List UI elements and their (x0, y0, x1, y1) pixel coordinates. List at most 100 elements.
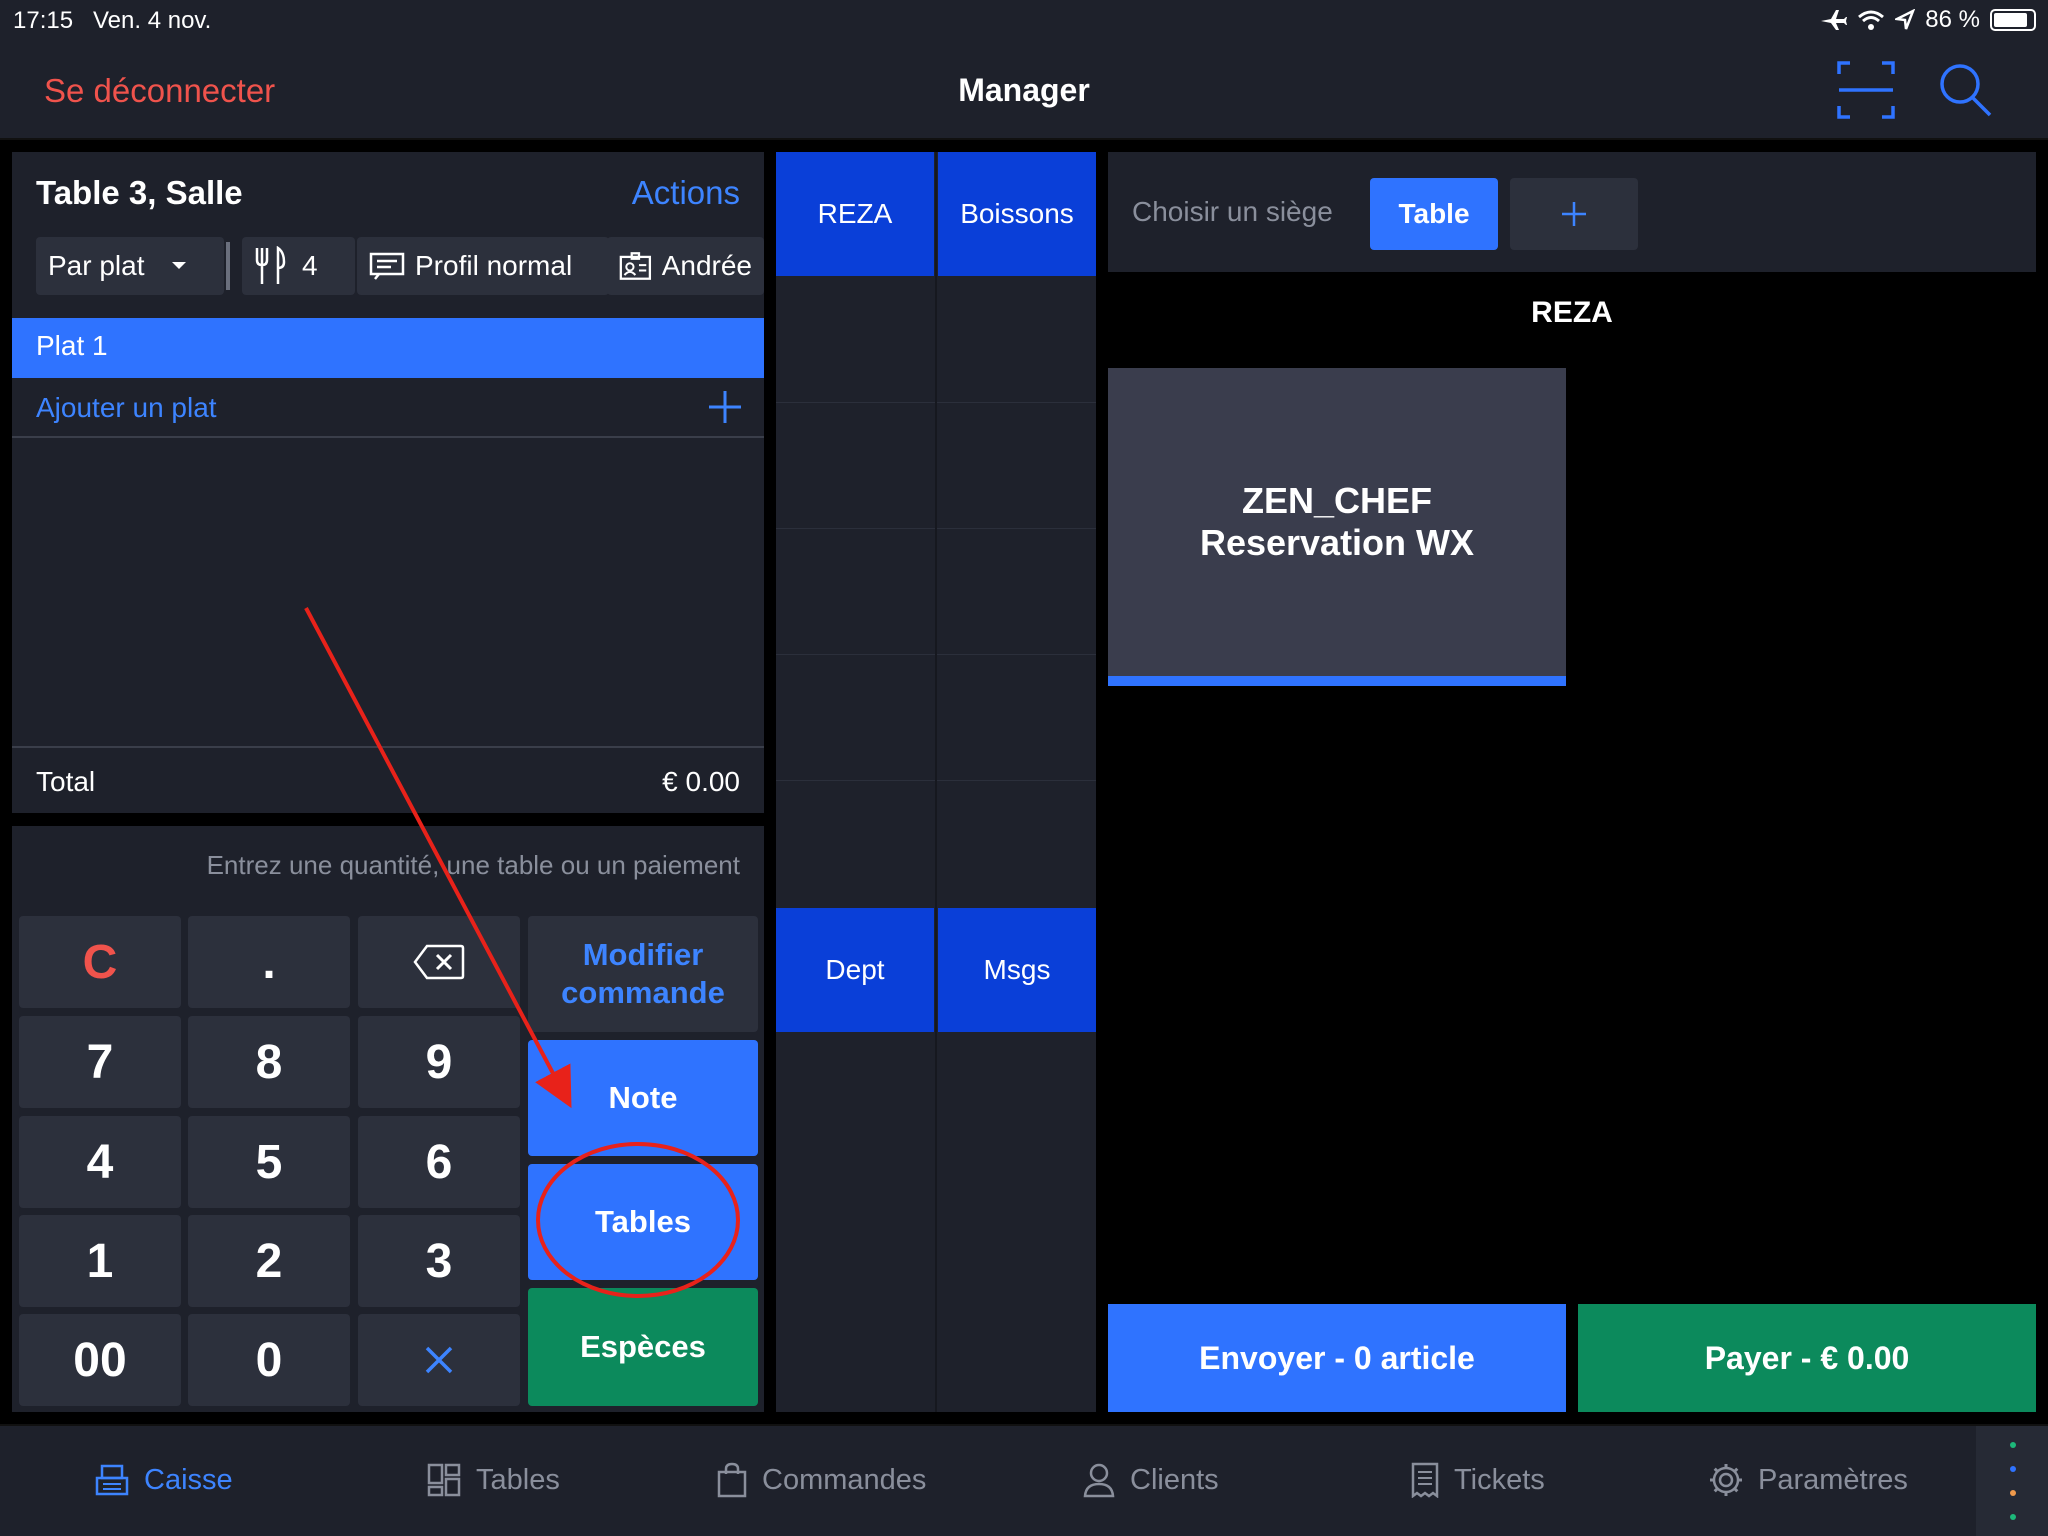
category-reza[interactable]: REZA (776, 152, 934, 276)
status-dot (2010, 1490, 2016, 1496)
tab-label: Tables (476, 1463, 560, 1496)
nav-bar: Se déconnecter Manager (0, 40, 2048, 140)
tab-label: Commandes (762, 1463, 927, 1496)
tab-commandes[interactable]: Commandes (716, 1462, 926, 1498)
course-mode-dropdown[interactable]: Par plat (36, 237, 224, 295)
tab-clients[interactable]: Clients (1082, 1462, 1219, 1498)
receipt-icon (1411, 1462, 1439, 1498)
keypad-panel: Entrez une quantité, une table ou un pai… (12, 826, 764, 1412)
add-course-label: Ajouter un plat (36, 392, 217, 423)
cash-button[interactable]: Espèces (528, 1288, 758, 1406)
menu-category-title: REZA (1531, 296, 1613, 329)
plus-icon (1562, 202, 1586, 226)
total-label: Total (36, 766, 96, 797)
status-dot (2010, 1514, 2016, 1520)
tab-caisse[interactable]: Caisse (94, 1462, 233, 1498)
user-icon (1083, 1463, 1115, 1498)
staff-name: Andrée (661, 250, 752, 281)
course-row-selected[interactable]: Plat 1 (12, 318, 764, 378)
key-0[interactable]: 0 (188, 1314, 350, 1406)
seat-label: Choisir un siège (1132, 196, 1333, 227)
category-msgs[interactable]: Msgs (938, 908, 1096, 1032)
status-dots (1976, 1426, 2048, 1536)
add-seat-button[interactable] (1510, 178, 1638, 250)
search-icon[interactable] (1938, 60, 1994, 120)
key-9[interactable]: 9 (358, 1016, 520, 1108)
modify-order-line2: commande (561, 975, 725, 1010)
key-4[interactable]: 4 (19, 1116, 181, 1208)
tab-label: Clients (1130, 1463, 1219, 1496)
wifi-icon (1858, 10, 1885, 30)
menu-item-line1: ZEN_CHEF (1241, 480, 1433, 521)
key-2[interactable]: 2 (188, 1215, 350, 1307)
key-8[interactable]: 8 (188, 1016, 350, 1108)
status-dot (2010, 1442, 2016, 1448)
airplane-icon (1821, 10, 1848, 30)
status-bar: 17:15 Ven. 4 nov. 86 % (0, 0, 2048, 40)
battery-percent: 86 % (1925, 6, 1980, 33)
profile-label: Profil normal (415, 250, 573, 281)
category-boissons[interactable]: Boissons (938, 152, 1096, 276)
total-value: € 0.00 (662, 766, 740, 797)
seat-table-button[interactable]: Table (1370, 178, 1498, 250)
tables-grid-icon (427, 1463, 461, 1497)
menu-item-tile[interactable]: ZEN_CHEF Reservation WX (1108, 368, 1566, 686)
backspace-icon (413, 944, 465, 980)
seat-bar: Choisir un siège Table (1108, 152, 2036, 272)
course-mode-label: Par plat (48, 250, 145, 281)
pay-button[interactable]: Payer - € 0.00 (1578, 1304, 2036, 1412)
keypad-hint: Entrez une quantité, une table ou un pai… (206, 850, 740, 880)
category-grid: REZA Boissons Dept Msgs (776, 152, 1096, 1412)
staff-button[interactable]: Andrée (607, 237, 764, 295)
battery-icon (1990, 9, 2036, 31)
plus-icon (709, 391, 741, 423)
decimal-key[interactable]: . (188, 916, 350, 1008)
register-icon (95, 1464, 129, 1496)
add-course-row[interactable]: Ajouter un plat (12, 378, 764, 438)
key-5[interactable]: 5 (188, 1116, 350, 1208)
shopping-bag-icon (717, 1462, 747, 1498)
modify-order-button[interactable]: Modifier commande (528, 916, 758, 1032)
key-7[interactable]: 7 (19, 1016, 181, 1108)
tab-label: Tickets (1454, 1463, 1545, 1496)
key-00[interactable]: 00 (19, 1314, 181, 1406)
modify-order-line1: Modifier (582, 937, 704, 972)
scan-icon[interactable] (1836, 60, 1896, 120)
status-indicators: 86 % (1819, 6, 2036, 34)
page-title: Manager (958, 72, 1090, 108)
order-panel: Table 3, Salle Actions Par plat 4 Profil… (12, 152, 764, 813)
status-date: Ven. 4 nov. (93, 7, 212, 34)
category-dept[interactable]: Dept (776, 908, 934, 1032)
note-button[interactable]: Note (528, 1040, 758, 1156)
multiply-icon (425, 1346, 453, 1374)
send-button[interactable]: Envoyer - 0 article (1108, 1304, 1566, 1412)
order-title: Table 3, Salle (36, 174, 243, 211)
actions-button[interactable]: Actions (632, 174, 740, 212)
key-6[interactable]: 6 (358, 1116, 520, 1208)
key-3[interactable]: 3 (358, 1215, 520, 1307)
guests-button[interactable]: 4 (242, 237, 355, 295)
price-profile-icon (369, 252, 405, 280)
gear-icon (1710, 1464, 1742, 1496)
course-label: Plat 1 (36, 330, 108, 361)
key-1[interactable]: 1 (19, 1215, 181, 1307)
grid-divider (935, 152, 937, 1412)
cutlery-icon (255, 246, 286, 284)
clear-key[interactable]: C (19, 916, 181, 1008)
multiply-key[interactable] (358, 1314, 520, 1406)
status-dot (2010, 1466, 2016, 1472)
menu-item-line2: Reservation WX (1199, 522, 1475, 563)
backspace-key[interactable] (358, 916, 520, 1008)
tab-tickets[interactable]: Tickets (1410, 1462, 1545, 1498)
tab-tables[interactable]: Tables (426, 1462, 560, 1498)
tables-button[interactable]: Tables (528, 1164, 758, 1280)
profile-button[interactable]: Profil normal (357, 237, 609, 295)
location-icon (1895, 9, 1916, 30)
guests-count: 4 (302, 250, 318, 281)
tab-parametres[interactable]: Paramètres (1708, 1462, 1908, 1498)
tab-label: Paramètres (1758, 1463, 1908, 1496)
total-row: Total € 0.00 (12, 746, 764, 813)
tab-bar: Caisse Tables Commandes Clients Tickets … (0, 1424, 2048, 1536)
caret-down-icon (171, 262, 186, 269)
status-time: 17:15 (13, 7, 74, 34)
